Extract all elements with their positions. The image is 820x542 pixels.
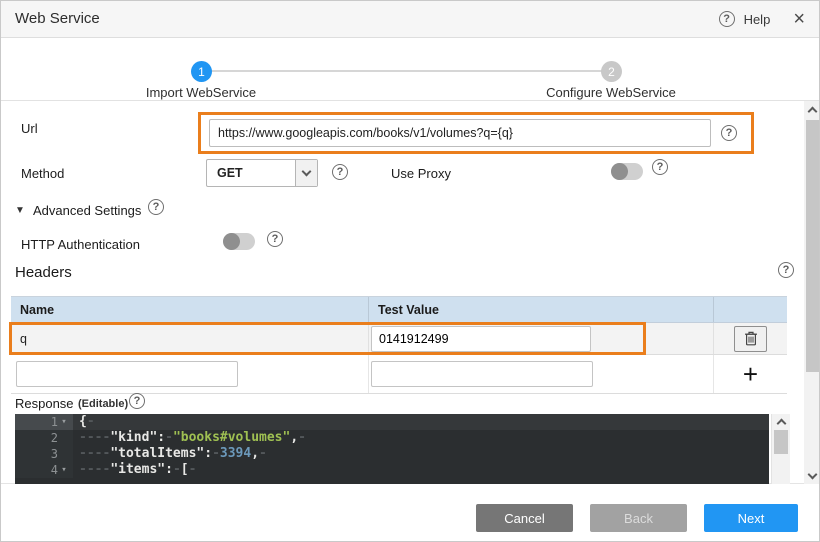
editor-scrollbar[interactable]: [771, 414, 790, 484]
column-header-name: Name: [11, 297, 369, 322]
scroll-up-icon[interactable]: [772, 414, 790, 429]
step-2-label: Configure WebService: [511, 85, 711, 100]
code-fold-icon[interactable]: ▾: [58, 462, 70, 478]
code-line: 4▾----"items":-[-: [15, 462, 769, 478]
column-header-actions: [714, 297, 787, 322]
stepper-connector: [201, 70, 611, 72]
back-button[interactable]: Back: [590, 504, 687, 532]
http-auth-label: HTTP Authentication: [21, 237, 140, 252]
web-service-dialog: Web Service ? Help × 1 2 Import WebServi…: [0, 0, 820, 542]
response-editable-label: (Editable): [78, 398, 128, 410]
cancel-button[interactable]: Cancel: [476, 504, 573, 532]
response-editor-lines: 1▾{-2----"kind":-"books#volumes",-3----"…: [15, 414, 769, 478]
chevron-down-icon[interactable]: [295, 160, 317, 186]
table-header-row: Name Test Value: [11, 297, 787, 323]
title-bar: Web Service ? Help ×: [1, 1, 819, 38]
response-label: Response: [15, 396, 74, 411]
code-line: 3----"totalItems":-3394,-: [15, 446, 769, 462]
new-name-input[interactable]: [16, 361, 238, 387]
url-help-icon[interactable]: ?: [721, 125, 737, 141]
step-1-circle[interactable]: 1: [191, 61, 212, 82]
use-proxy-toggle[interactable]: [611, 163, 643, 180]
collapse-triangle-icon[interactable]: ▼: [15, 205, 25, 216]
method-select[interactable]: GET: [206, 159, 318, 187]
trash-icon: [744, 331, 758, 346]
help-icon[interactable]: ?: [719, 11, 735, 27]
use-proxy-label: Use Proxy: [391, 166, 451, 181]
dialog-footer: Cancel Back Next: [1, 484, 819, 542]
method-value: GET: [217, 160, 243, 186]
new-row: +: [11, 355, 787, 394]
close-icon[interactable]: ×: [793, 11, 805, 27]
help-link[interactable]: Help: [744, 12, 771, 27]
advanced-settings-label[interactable]: Advanced Settings: [33, 203, 141, 218]
dialog-content: Url ? Method GET ? Use Proxy ? ▼ Advance…: [1, 101, 819, 484]
url-label: Url: [21, 121, 38, 136]
content-scrollbar[interactable]: [804, 101, 820, 484]
test-value-input[interactable]: [371, 326, 591, 352]
scroll-up-icon[interactable]: [804, 102, 820, 117]
step-1-label: Import WebService: [101, 85, 301, 100]
header-name-cell[interactable]: q: [11, 323, 369, 354]
scroll-down-icon[interactable]: [804, 468, 820, 483]
editor-scrollbar-thumb[interactable]: [774, 430, 788, 454]
url-input[interactable]: [209, 119, 711, 147]
code-fold-icon[interactable]: ▾: [58, 414, 70, 430]
dialog-title: Web Service: [15, 1, 100, 37]
new-test-value-input[interactable]: [371, 361, 593, 387]
toggle-knob: [223, 233, 240, 250]
headers-table: Name Test Value q: [11, 296, 787, 394]
step-2-circle[interactable]: 2: [601, 61, 622, 82]
response-help-icon[interactable]: ?: [129, 393, 145, 409]
wizard-stepper: 1 2 Import WebService Configure WebServi…: [1, 38, 819, 101]
method-help-icon[interactable]: ?: [332, 164, 348, 180]
use-proxy-help-icon[interactable]: ?: [652, 159, 668, 175]
code-line: 2----"kind":-"books#volumes",-: [15, 430, 769, 446]
url-highlight-box: ?: [198, 112, 754, 154]
next-button[interactable]: Next: [704, 504, 798, 532]
method-label: Method: [21, 166, 64, 181]
advanced-settings-help-icon[interactable]: ?: [148, 199, 164, 215]
add-row-button[interactable]: +: [743, 361, 758, 387]
headers-help-icon[interactable]: ?: [778, 262, 794, 278]
table-row: q: [11, 323, 787, 355]
content-scrollbar-thumb[interactable]: [806, 120, 819, 372]
toggle-knob: [611, 163, 628, 180]
delete-row-button[interactable]: [734, 326, 767, 352]
http-auth-help-icon[interactable]: ?: [267, 231, 283, 247]
response-editor[interactable]: 1▾{-2----"kind":-"books#volumes",-3----"…: [15, 414, 769, 484]
column-header-test-value: Test Value: [369, 297, 714, 322]
headers-section-title: Headers: [15, 264, 72, 281]
code-line: 1▾{-: [15, 414, 769, 430]
http-auth-toggle[interactable]: [223, 233, 255, 250]
